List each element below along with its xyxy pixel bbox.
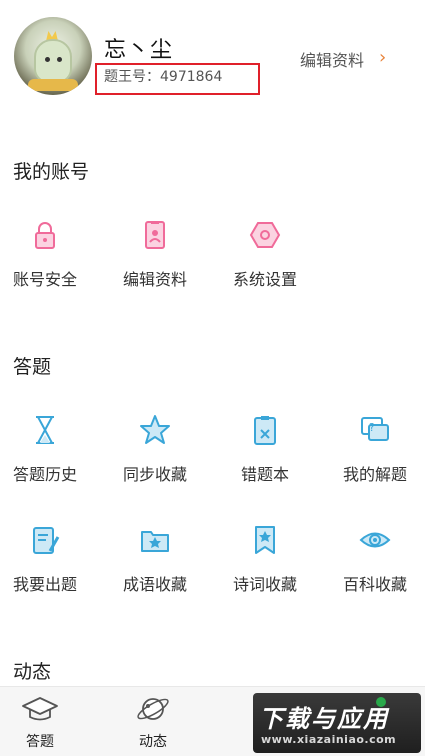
account-item-label: 编辑资料 bbox=[122, 270, 187, 289]
planet-icon bbox=[137, 698, 169, 720]
avatar[interactable] bbox=[14, 17, 92, 95]
eye-icon bbox=[359, 532, 391, 548]
quiz-item-my-solutions[interactable]: ? 我的解题 bbox=[322, 413, 425, 485]
section-title-account: 我的账号 bbox=[13, 161, 90, 183]
graduation-cap-icon bbox=[22, 697, 58, 721]
question-bubble-icon: ? bbox=[361, 417, 389, 441]
section-title-activity: 动态 bbox=[13, 661, 52, 683]
quiz-item-label: 错题本 bbox=[240, 465, 289, 484]
pen-paper-icon bbox=[33, 527, 60, 554]
avatar-base bbox=[28, 79, 78, 91]
quiz-item-label: 答题历史 bbox=[12, 465, 77, 484]
tab-label: 动态 bbox=[139, 734, 167, 750]
edit-profile-link[interactable]: 编辑资料 bbox=[300, 47, 364, 71]
quiz-item-history[interactable]: 答题历史 bbox=[0, 413, 98, 485]
lock-icon bbox=[35, 222, 55, 249]
account-item-settings[interactable]: 系统设置 bbox=[212, 218, 318, 290]
avatar-eye bbox=[57, 57, 62, 62]
username: 忘丶尘 bbox=[104, 38, 174, 63]
folder-star-icon bbox=[141, 531, 169, 552]
svg-text:?: ? bbox=[369, 421, 375, 434]
account-item-security[interactable]: 账号安全 bbox=[0, 218, 98, 290]
watermark-main-text: 下载与应用 bbox=[259, 705, 389, 733]
chevron-right-icon[interactable]: › bbox=[379, 47, 386, 68]
profile-header: 忘丶尘 题王号：4971864 编辑资料 › bbox=[0, 0, 425, 110]
quiz-item-wiki-favorites[interactable]: 百科收藏 bbox=[322, 523, 425, 595]
avatar-figure bbox=[34, 39, 72, 83]
user-id: 题王号：4971864 bbox=[104, 69, 223, 85]
watermark-dot bbox=[376, 697, 386, 707]
quiz-item-label: 我要出题 bbox=[12, 575, 77, 594]
watermark-url: www.xiazainiao.com bbox=[261, 733, 397, 746]
gear-hexagon-icon bbox=[249, 222, 281, 248]
quiz-item-create-question[interactable]: 我要出题 bbox=[0, 523, 98, 595]
tab-activity[interactable]: 动态 bbox=[123, 695, 183, 751]
quiz-item-label: 同步收藏 bbox=[122, 465, 187, 484]
quiz-item-poem-favorites[interactable]: 诗词收藏 bbox=[212, 523, 318, 595]
account-item-edit-profile[interactable]: 编辑资料 bbox=[102, 218, 208, 290]
watermark-logo: 下载与应用 www.xiazainiao.com bbox=[253, 693, 421, 753]
quiz-item-idiom-favorites[interactable]: 成语收藏 bbox=[102, 523, 208, 595]
quiz-item-label: 成语收藏 bbox=[122, 575, 187, 594]
bookmark-star-icon bbox=[255, 526, 275, 554]
quiz-item-label: 我的解题 bbox=[342, 465, 407, 484]
tab-label: 答题 bbox=[26, 734, 54, 750]
id-card-icon bbox=[145, 221, 165, 249]
account-item-label: 账号安全 bbox=[12, 270, 77, 289]
quiz-item-mistakes[interactable]: 错题本 bbox=[212, 413, 318, 485]
star-icon bbox=[140, 415, 170, 444]
quiz-item-label: 诗词收藏 bbox=[232, 575, 297, 594]
quiz-item-sync-favorites[interactable]: 同步收藏 bbox=[102, 413, 208, 485]
tab-quiz[interactable]: 答题 bbox=[10, 695, 70, 751]
account-item-label: 系统设置 bbox=[232, 270, 297, 289]
section-title-quiz: 答题 bbox=[13, 356, 52, 378]
quiz-item-label: 百科收藏 bbox=[342, 575, 407, 594]
clipboard-x-icon bbox=[254, 416, 276, 445]
hourglass-icon bbox=[36, 416, 54, 444]
avatar-eye bbox=[45, 57, 50, 62]
